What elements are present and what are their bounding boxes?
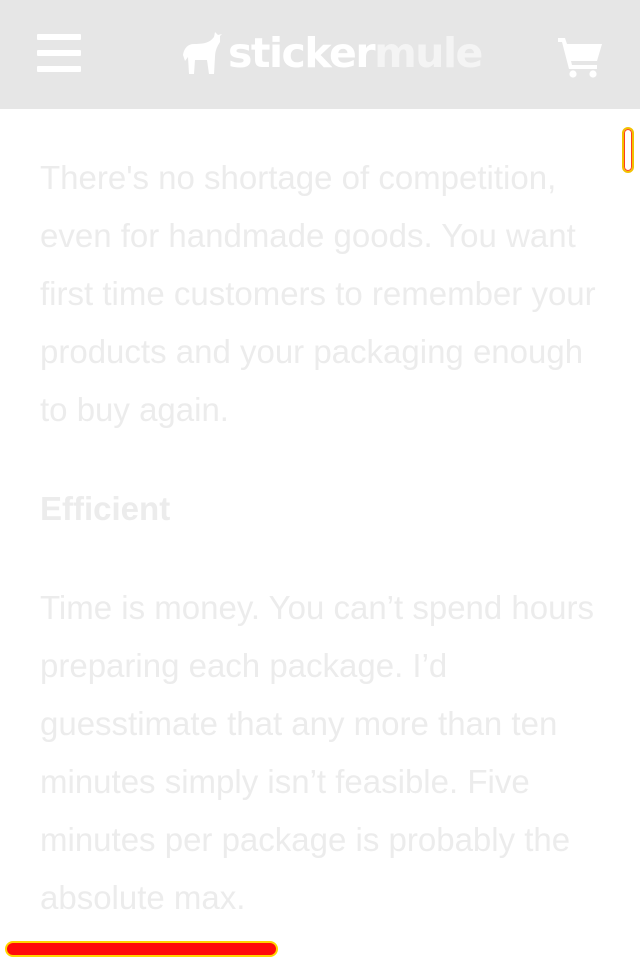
mule-silhouette-icon (183, 32, 222, 74)
site-header: stickermule (0, 0, 640, 109)
cart-glyph (558, 38, 602, 78)
logo[interactable]: stickermule (180, 28, 483, 78)
menu-bar (37, 66, 81, 72)
article-paragraph: Time is money. You can’t spend hours pre… (40, 589, 594, 916)
highlight-overlay (5, 941, 278, 957)
scroll-indicator[interactable] (622, 127, 634, 173)
menu-bar (37, 50, 81, 56)
logo-mule-text: mule (374, 29, 483, 77)
menu-bar (37, 34, 81, 40)
shopping-cart-icon[interactable] (556, 36, 604, 78)
logo-wordmark: stickermule (228, 28, 483, 78)
article-body: There's no shortage of competition, even… (40, 149, 610, 927)
section-heading: Efficient (40, 490, 171, 527)
article-paragraph: There's no shortage of competition, even… (40, 159, 596, 428)
page: stickermule There's no shortage of compe… (0, 0, 640, 959)
hamburger-menu-icon[interactable] (36, 31, 82, 75)
logo-sticker-text: sticker (228, 29, 376, 77)
